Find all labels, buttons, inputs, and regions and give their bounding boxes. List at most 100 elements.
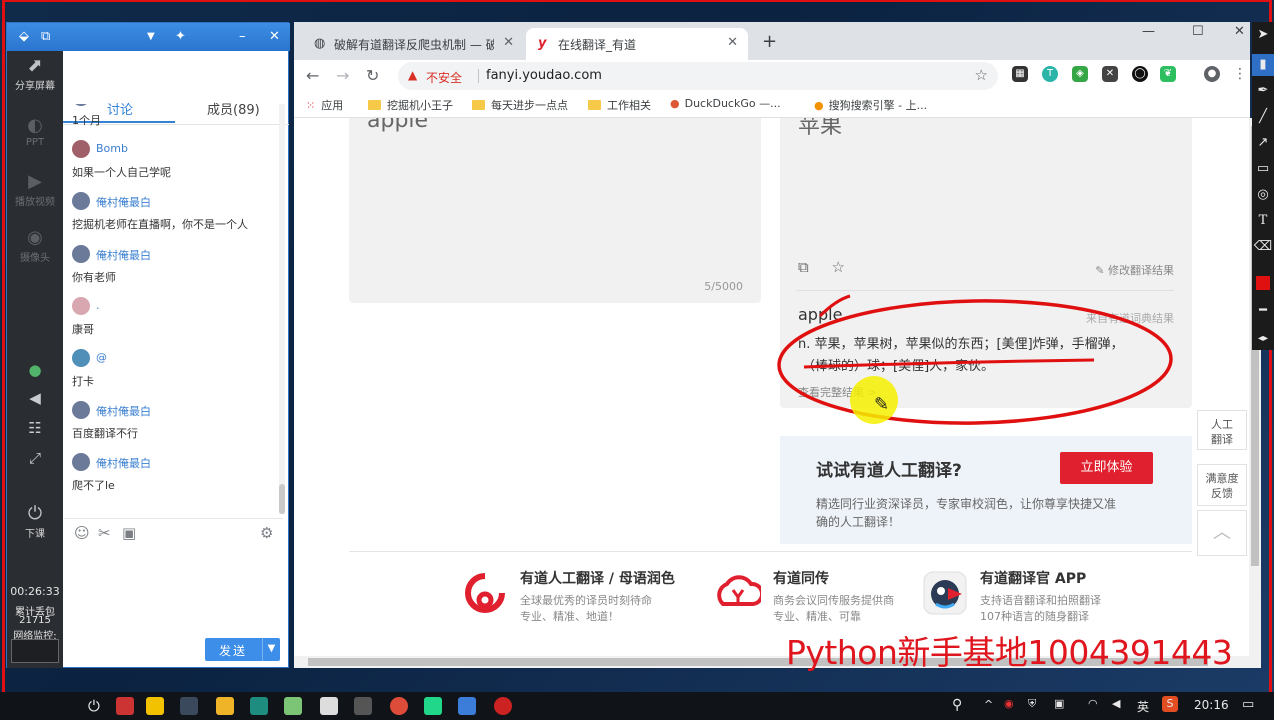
adguard-icon[interactable]: ◈ (1072, 66, 1088, 82)
external-icon[interactable]: ⧉ (41, 29, 50, 44)
share-screen-button[interactable]: ⬈ 分享屏幕 (7, 55, 63, 92)
maximize-icon[interactable]: ☐ (1192, 24, 1204, 39)
volume-icon[interactable]: ◀ (1112, 697, 1120, 710)
text-icon[interactable]: T (1252, 210, 1274, 232)
sender-name[interactable]: 俺村俺最白 (96, 194, 151, 210)
warning-icon[interactable]: ▲ (408, 68, 417, 82)
sender-name[interactable]: 俺村俺最白 (96, 247, 151, 263)
omnibox[interactable]: ▲ 不安全 fanyi.youdao.com ☆ (398, 62, 998, 90)
bookmark-5[interactable]: ● DuckDuckGo —... (670, 97, 781, 110)
tray-record-icon[interactable]: ◉ (1004, 697, 1014, 710)
app-icon[interactable] (146, 697, 164, 715)
end-class-button[interactable]: ⏻ 下课 (7, 503, 63, 540)
ppt-button[interactable]: ◐ PPT (7, 115, 63, 148)
human-translation-side-button[interactable]: 人工翻译 (1197, 410, 1247, 450)
edit-translation-link[interactable]: ✎ 修改翻译结果 (1095, 262, 1174, 278)
sender-name[interactable]: 俺村俺最白 (96, 455, 151, 471)
try-now-button[interactable]: 立即体验 (1060, 452, 1153, 484)
evernote-icon[interactable]: ❦ (1160, 66, 1176, 82)
ime-indicator[interactable]: 英 (1137, 698, 1149, 715)
microphone-icon[interactable]: ● (25, 361, 45, 379)
play-video-button[interactable]: ▶ 播放视频 (7, 171, 63, 208)
close-tab-icon[interactable]: ✕ (503, 35, 514, 50)
sender-name[interactable]: 俺村俺最白 (96, 403, 151, 419)
stroke-width-icon[interactable]: ━ (1252, 300, 1274, 322)
chat-scrollbar[interactable] (279, 104, 285, 514)
dropdown-icon[interactable]: ▼ (147, 31, 155, 42)
fullscreen-icon[interactable]: ⤢ (25, 449, 45, 467)
menu-icon[interactable]: ⋮ (1232, 66, 1248, 82)
minimize-icon[interactable]: – (239, 29, 246, 44)
ellipse-icon[interactable]: ◎ (1252, 184, 1274, 206)
tray-shield-icon[interactable]: ⛨ (1028, 697, 1036, 711)
bookmark-3[interactable]: 每天进步一点点 (472, 97, 568, 113)
highlighter-icon[interactable]: ▮ (1252, 54, 1274, 76)
sender-name[interactable]: Bomb (96, 142, 128, 155)
source-text-box[interactable]: apple 5/5000 (349, 118, 761, 303)
avatar[interactable] (72, 244, 90, 263)
avatar[interactable] (72, 453, 90, 472)
chat-scroll-thumb[interactable] (279, 484, 285, 514)
profile-icon[interactable]: ● (1204, 66, 1220, 82)
app-icon[interactable] (250, 697, 268, 715)
bookmark-2[interactable]: 挖掘机小王子 (368, 97, 453, 113)
minimize-icon[interactable]: — (1142, 24, 1155, 39)
notification-icon[interactable]: ▭ (1242, 697, 1254, 712)
bookmark-6[interactable]: ● 搜狗搜索引擎 - 上... (814, 97, 927, 113)
extension-icon[interactable]: ◯ (1132, 66, 1148, 82)
sender-name[interactable]: . (96, 299, 100, 312)
close-icon[interactable]: ✕ (269, 29, 280, 44)
app-icon[interactable] (320, 697, 338, 715)
extension-icon[interactable]: T (1042, 66, 1058, 82)
marker-icon[interactable]: ✒ (1252, 80, 1274, 102)
source-text[interactable]: apple (367, 118, 428, 133)
product-translator-app[interactable]: 有道翻译官 APP 支持语音翻译和拍照翻译 107种语言的随身翻译 (922, 564, 1122, 624)
avatar[interactable] (72, 401, 90, 420)
speaker-icon[interactable]: ◀ (25, 389, 45, 407)
close-window-icon[interactable]: ✕ (1234, 24, 1245, 39)
back-icon[interactable]: ← (306, 66, 319, 85)
power-icon[interactable]: ⏻ (88, 697, 100, 715)
send-options-icon[interactable]: ▼ (262, 638, 280, 661)
image-icon[interactable]: ▣ (122, 524, 136, 542)
tray-expand-icon[interactable]: ^ (984, 698, 993, 711)
sender-name[interactable]: @ (96, 351, 107, 364)
app-icon[interactable] (180, 697, 198, 715)
folder-icon[interactable] (216, 697, 234, 715)
avatar[interactable] (72, 104, 90, 106)
rectangle-icon[interactable]: ▭ (1252, 158, 1274, 180)
arrow-icon[interactable]: ↗ (1252, 132, 1274, 154)
bookmark-1[interactable]: ⁙ 应用 (306, 97, 343, 113)
chrome-icon[interactable] (390, 697, 408, 715)
product-human-translation[interactable]: 有道人工翻译 / 母语润色 全球最优秀的译员时刻待命 专业、精准、地道！ (462, 564, 702, 624)
pycharm-icon[interactable] (424, 697, 442, 715)
avatar[interactable] (72, 192, 90, 211)
avatar[interactable] (72, 140, 90, 159)
favorite-star-icon[interactable]: ☆ (832, 258, 845, 276)
send-button[interactable]: 发送 ▼ (205, 638, 280, 661)
scissors-icon[interactable]: ✂ (98, 524, 111, 542)
camera-button[interactable]: ◉ 摄像头 (7, 227, 63, 264)
full-result-link[interactable]: 查看完整结果 > (798, 384, 877, 400)
app-icon[interactable] (116, 697, 134, 715)
bookmark-star-icon[interactable]: ☆ (975, 66, 988, 84)
browser-tab-youdao[interactable]: y 在线翻译_有道 ✕ (526, 28, 748, 60)
expand-toolbar-icon[interactable]: ◂▸ (1252, 328, 1274, 350)
sogou-ime-icon[interactable]: S (1162, 696, 1178, 712)
clock[interactable]: 20:16 (1194, 698, 1229, 712)
pin-icon[interactable]: ✦ (175, 29, 186, 44)
sender-name[interactable]: 俺村俺最白 (96, 104, 151, 106)
line-icon[interactable]: ╱ (1252, 106, 1274, 128)
product-simultaneous[interactable]: 有道同传 商务会议同传服务提供商 专业、精准、可靠 (715, 564, 905, 624)
equalizer-icon[interactable]: ☷ (25, 419, 45, 437)
copy-icon[interactable]: ⧉ (798, 258, 809, 276)
close-tab-icon[interactable]: ✕ (727, 35, 738, 50)
extension-icon[interactable]: ✕ (1102, 66, 1118, 82)
settings-icon[interactable]: ⚙ (260, 524, 273, 542)
avatar[interactable] (72, 296, 90, 315)
app-icon[interactable] (458, 697, 476, 715)
back-to-top-button[interactable]: ︿ (1197, 510, 1247, 556)
app-icon[interactable] (354, 697, 372, 715)
avatar[interactable] (72, 348, 90, 367)
emoji-icon[interactable]: ☺ (74, 524, 90, 542)
